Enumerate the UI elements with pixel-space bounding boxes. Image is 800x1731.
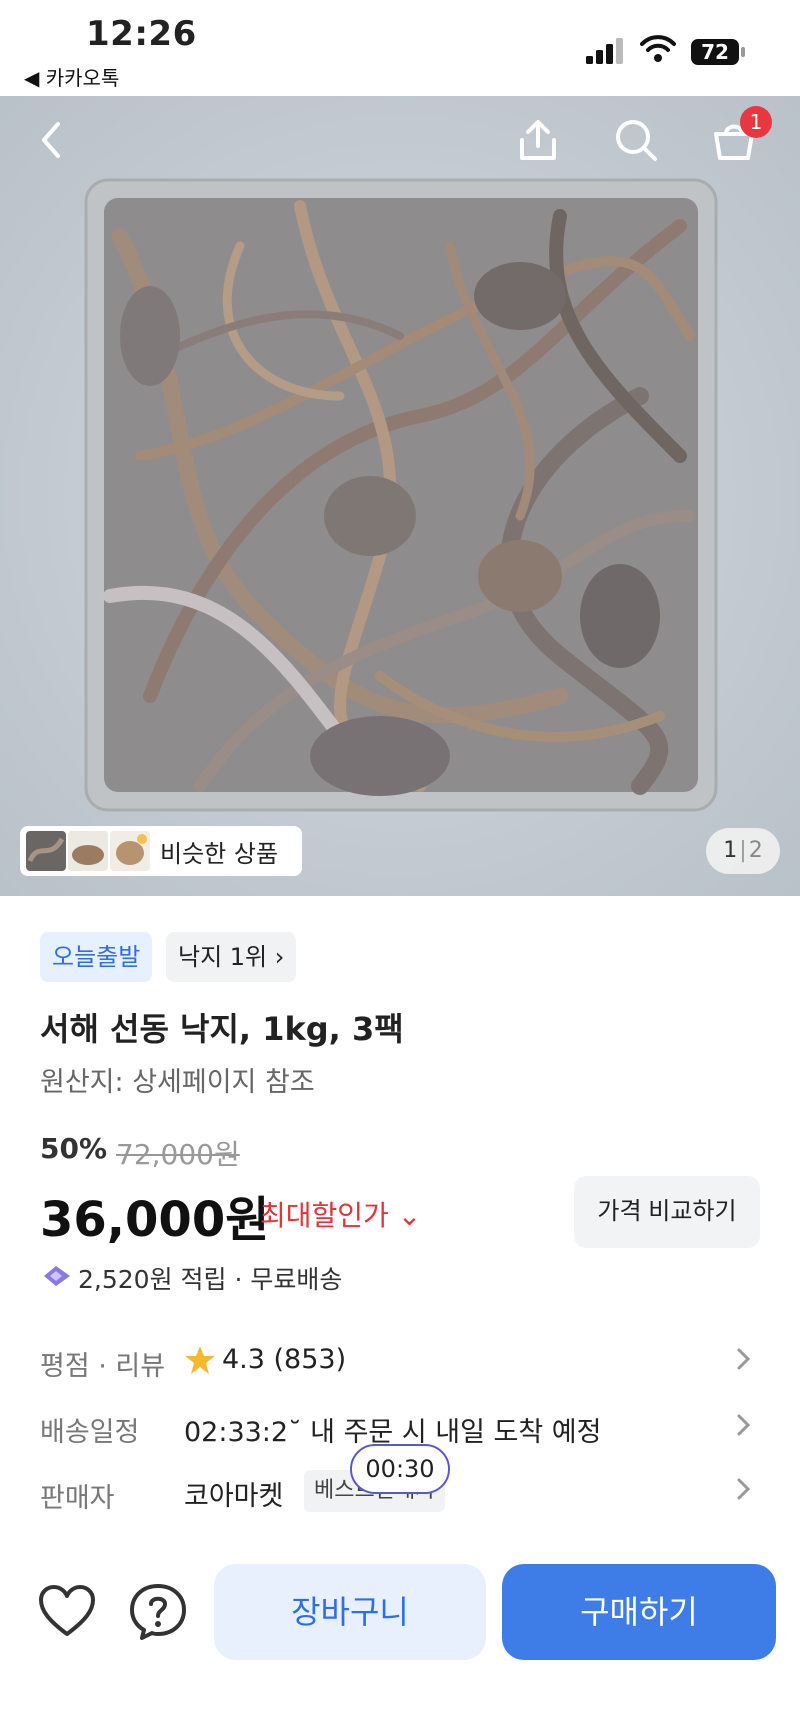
- status-bar: 12:26 ◀ 카카오톡 72: [0, 0, 800, 96]
- points-and-shipping: 2,520원 적립 · 무료배송: [78, 1265, 343, 1294]
- sale-price: 36,000원: [40, 1192, 270, 1248]
- cart-count-badge: 1: [740, 106, 772, 138]
- similar-thumb-1: [26, 831, 66, 871]
- similar-products-button[interactable]: 비슷한 상품: [20, 826, 302, 876]
- add-to-cart-button[interactable]: 장바구니: [214, 1564, 486, 1660]
- page-separator: |: [739, 838, 747, 863]
- seller-label: 판매자: [40, 1483, 115, 1514]
- battery-icon: 72: [690, 38, 746, 66]
- help-question-icon[interactable]: [128, 1582, 188, 1642]
- status-time: 12:26: [86, 14, 197, 54]
- cellular-signal-icon: [586, 38, 623, 64]
- buy-now-button[interactable]: 구매하기: [502, 1564, 776, 1660]
- points-icon: [44, 1266, 70, 1286]
- similar-thumb-3: [110, 831, 150, 871]
- discount-rate: 50%: [40, 1132, 108, 1165]
- seller-chevron-icon[interactable]: [734, 1474, 754, 1504]
- page-total: 2: [748, 838, 763, 863]
- wishlist-heart-icon[interactable]: [38, 1584, 96, 1638]
- star-icon: [185, 1346, 215, 1374]
- max-discount-dropdown[interactable]: 최대할인가 ⌄: [260, 1194, 421, 1234]
- search-icon[interactable]: [610, 114, 662, 166]
- image-page-indicator: 1|2: [706, 828, 780, 874]
- rating-value[interactable]: 4.3 (853): [222, 1344, 346, 1375]
- rating-label: 평점 · 리뷰: [40, 1351, 166, 1382]
- compare-price-button[interactable]: 가격 비교하기: [574, 1176, 760, 1248]
- back-to-app-link[interactable]: ◀ 카카오톡: [24, 62, 119, 91]
- similar-products-label: 비슷한 상품: [160, 839, 279, 868]
- battery-level: 72: [701, 40, 729, 64]
- back-icon[interactable]: [26, 114, 78, 166]
- share-icon[interactable]: [512, 114, 564, 166]
- shipping-chevron-icon[interactable]: [734, 1410, 754, 1440]
- rating-chevron-icon[interactable]: [734, 1344, 754, 1374]
- product-photo: [0, 96, 800, 896]
- category-rank-tag[interactable]: 낙지 1위 ›: [166, 932, 297, 982]
- today-dispatch-tag: 오늘출발: [40, 932, 153, 982]
- timer-bubble: 00:30: [350, 1444, 450, 1494]
- similar-thumb-2: [68, 831, 108, 871]
- shipping-label: 배송일정: [40, 1417, 140, 1448]
- product-title: 서해 선동 낙지, 1kg, 3팩: [40, 1010, 404, 1048]
- page-current: 1: [723, 838, 738, 863]
- product-image-gallery[interactable]: [0, 96, 800, 896]
- product-detail-screen: 12:26 ◀ 카카오톡 72 1 비슷한 상품 1|2 오늘출발 낙지 1위 …: [0, 0, 800, 1731]
- seller-name[interactable]: 코아마켓: [184, 1474, 283, 1513]
- wifi-icon: [640, 35, 676, 62]
- product-origin: 원산지: 상세페이지 참조: [40, 1067, 315, 1098]
- original-price: 72,000원: [116, 1138, 240, 1171]
